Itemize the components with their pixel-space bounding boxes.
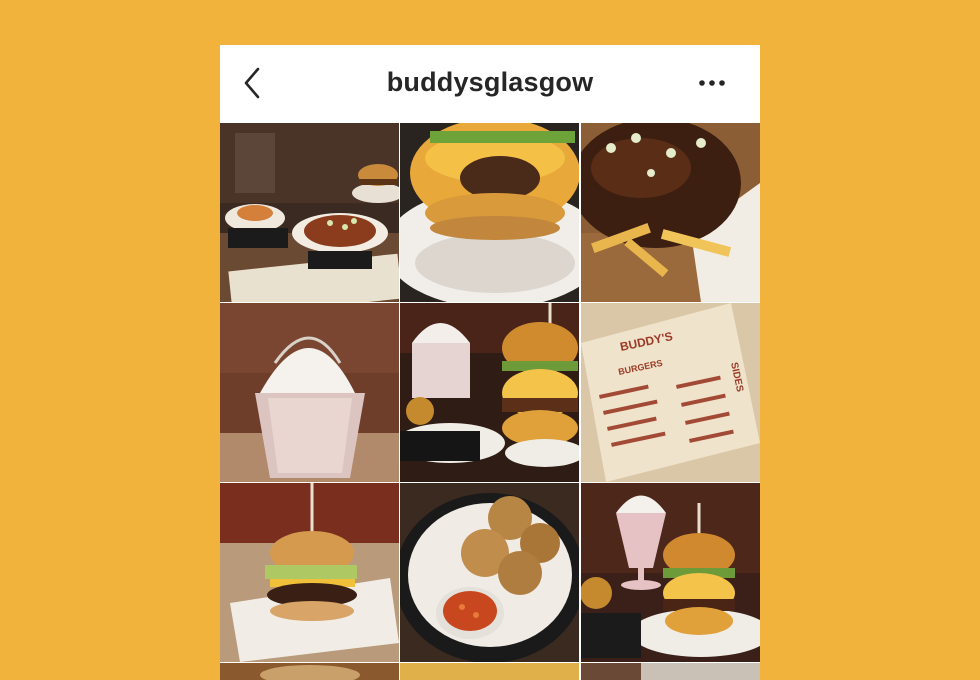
post-loaded-fries-and-burger[interactable] — [220, 123, 399, 302]
post-menu-card[interactable]: BUDDY'S BURGERS SIDES — [581, 303, 760, 482]
profile-username: buddysglasgow — [386, 67, 594, 97]
post-breaded-bites-with-dip[interactable] — [400, 483, 579, 662]
post-partial-row-3[interactable] — [581, 663, 760, 680]
more-horizontal-icon — [699, 80, 725, 86]
post-burger-on-paper[interactable] — [220, 483, 399, 662]
post-grid: BUDDY'S BURGERS SIDES — [220, 123, 760, 680]
post-cheeseburger-closeup[interactable] — [400, 123, 579, 302]
post-partial-row-2[interactable] — [400, 663, 579, 680]
profile-screen: buddysglasgow BUDDY'S BURGERS SIDES — [220, 45, 760, 680]
post-burger-and-shake[interactable] — [581, 483, 760, 662]
post-partial-row-1[interactable] — [220, 663, 399, 680]
post-gravy-fries[interactable] — [581, 123, 760, 302]
post-milkshake[interactable] — [220, 303, 399, 482]
post-milkshake-and-burger[interactable] — [400, 303, 579, 482]
profile-header: buddysglasgow — [220, 45, 760, 123]
more-options-button[interactable] — [690, 67, 734, 99]
